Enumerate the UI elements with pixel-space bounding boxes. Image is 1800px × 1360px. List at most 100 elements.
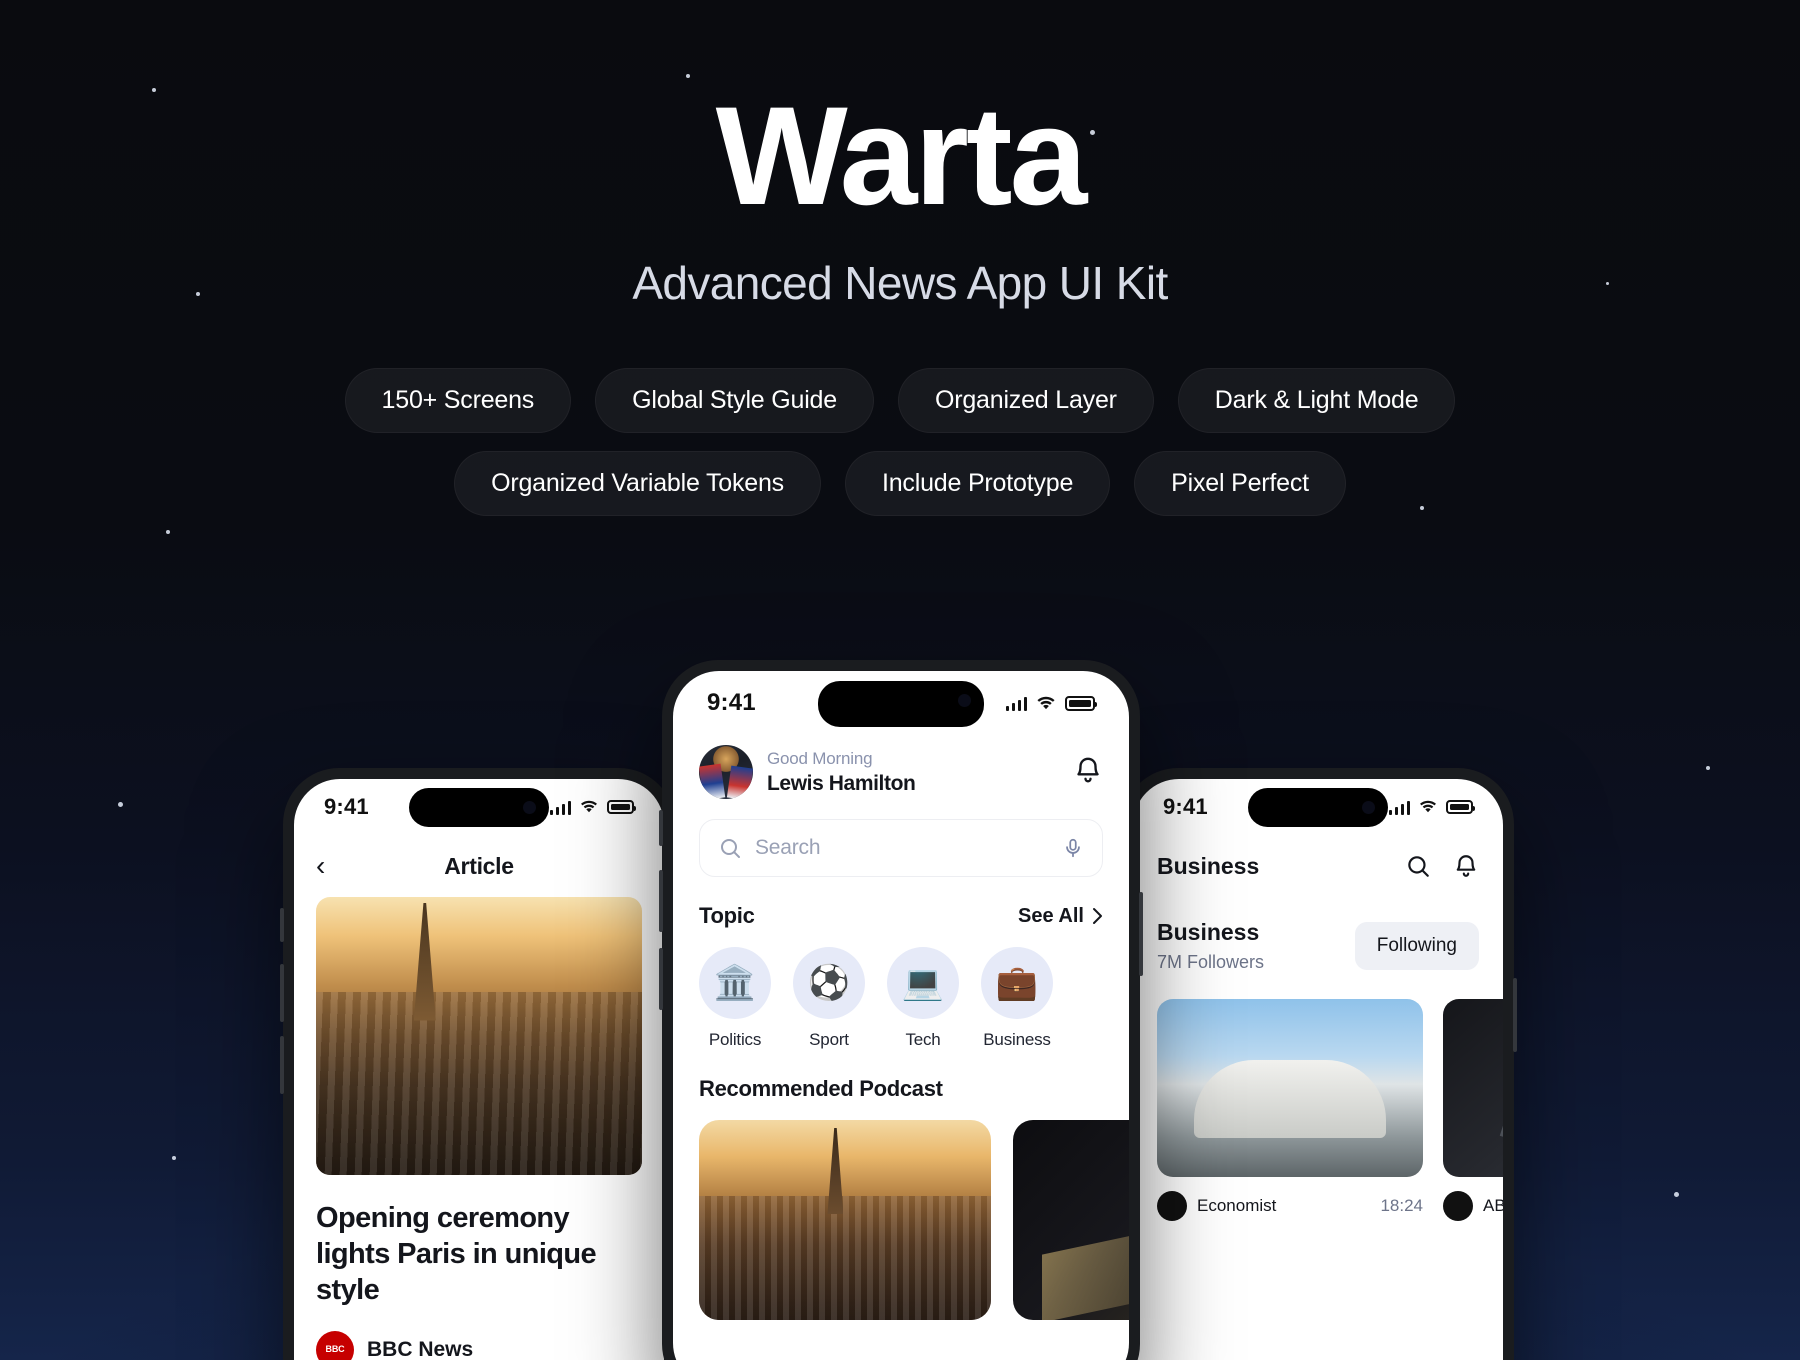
search-placeholder: Search — [755, 836, 821, 859]
news-thumbnail — [1157, 999, 1423, 1177]
wifi-icon — [1420, 800, 1436, 813]
topic-label: Business — [983, 1030, 1051, 1049]
topic-item-politics[interactable]: 🏛️ Politics — [699, 947, 771, 1050]
article-page-title: Article — [444, 852, 514, 879]
user-name: Lewis Hamilton — [767, 771, 916, 795]
power-button — [1139, 892, 1143, 976]
battery-icon — [1446, 800, 1475, 814]
news-source: ABC News — [1483, 1196, 1503, 1215]
home-content: Good Morning Lewis Hamilton Search Topic — [673, 745, 1129, 1320]
status-indicators — [1388, 800, 1475, 815]
signal-icon — [1005, 696, 1027, 711]
article-headline: Opening ceremony lights Paris in unique … — [316, 1202, 597, 1306]
bell-icon[interactable] — [1453, 853, 1479, 879]
article-source-row: BBC BBC News — [316, 1330, 642, 1360]
phone-left-article: 9:41 ‹ Article Opening ceremony lights P… — [280, 768, 675, 1360]
phone-center-home: 9:41 Good Morning Lewis Hamilton Search … — [659, 660, 1143, 1360]
bbc-logo-text: BBC — [325, 1344, 345, 1355]
podcast-section-title: Recommended Podcast — [699, 1076, 943, 1101]
see-all-label: See All — [1018, 904, 1084, 927]
greeting-label: Good Morning — [767, 748, 873, 768]
status-indicators — [1005, 695, 1097, 711]
volume-up-button — [659, 870, 663, 932]
topic-list: 🏛️ Politics ⚽ Sport 💻 Tech 💼 Business — [699, 947, 1103, 1050]
news-source: Economist — [1197, 1196, 1277, 1215]
article-source-name: BBC News — [367, 1337, 474, 1360]
signal-icon — [1388, 800, 1410, 815]
business-profile-info: Business 7M Followers — [1157, 919, 1264, 973]
signal-icon — [549, 800, 571, 815]
search-input[interactable]: Search — [699, 819, 1103, 877]
topic-item-business[interactable]: 💼 Business — [981, 947, 1053, 1050]
business-profile-row: Business 7M Followers Following — [1133, 919, 1503, 973]
dynamic-island — [818, 681, 984, 727]
news-thumbnail — [1443, 999, 1503, 1177]
phone-right-business: 9:41 Business Business 7M Followers Foll… — [1122, 768, 1517, 1360]
phone-left-screen: 9:41 ‹ Article Opening ceremony lights P… — [294, 779, 664, 1360]
news-card[interactable]: Economist 18:24 — [1157, 999, 1423, 1221]
topic-section-title: Topic — [699, 903, 755, 928]
greeting-text: Good Morning Lewis Hamilton — [767, 748, 916, 796]
dynamic-island — [409, 788, 549, 827]
power-button — [1513, 978, 1517, 1052]
bell-icon[interactable] — [1073, 755, 1103, 785]
news-card-meta: Economist 18:24 — [1157, 1191, 1423, 1221]
business-page-title: Business — [1157, 852, 1260, 879]
source-avatar-icon — [1157, 1191, 1187, 1221]
phone-right-screen: 9:41 Business Business 7M Followers Foll… — [1133, 779, 1503, 1360]
article-hero-image — [316, 897, 642, 1175]
topic-item-tech[interactable]: 💻 Tech — [887, 947, 959, 1050]
avatar[interactable] — [699, 745, 753, 799]
business-followers-count: 7M Followers — [1157, 952, 1265, 972]
phone-center-screen: 9:41 Good Morning Lewis Hamilton Search … — [673, 671, 1129, 1360]
search-icon — [721, 839, 740, 858]
podcast-card-dark[interactable] — [1013, 1120, 1129, 1320]
article-nav-bar: ‹ Article — [294, 835, 664, 897]
search-icon[interactable] — [1405, 853, 1431, 879]
soccer-ball-icon: ⚽ — [793, 947, 865, 1019]
briefcase-icon: 💼 — [981, 947, 1053, 1019]
volume-down-button — [659, 948, 663, 1010]
wifi-icon — [1037, 696, 1055, 709]
podcast-list — [699, 1120, 1129, 1320]
topic-label: Politics — [708, 1030, 762, 1049]
source-avatar-icon — [1443, 1191, 1473, 1221]
news-card[interactable]: ABC News — [1443, 999, 1503, 1221]
news-card-meta: ABC News — [1443, 1191, 1503, 1221]
business-nav-bar: Business — [1133, 835, 1503, 897]
status-bar: 9:41 — [673, 671, 1129, 735]
battery-icon — [607, 800, 636, 814]
volume-up-button — [280, 964, 284, 1022]
status-bar: 9:41 — [294, 779, 664, 835]
chevron-right-icon — [1093, 908, 1102, 924]
business-news-list: Economist 18:24 ABC News — [1133, 999, 1503, 1221]
mute-switch — [659, 810, 663, 846]
topic-label: Tech — [905, 1030, 941, 1049]
following-button[interactable]: Following — [1354, 922, 1479, 970]
microphone-icon[interactable] — [1062, 836, 1084, 860]
topic-item-sport[interactable]: ⚽ Sport — [793, 947, 865, 1050]
status-time: 9:41 — [324, 794, 369, 819]
topic-label: Sport — [809, 1030, 849, 1049]
status-bar: 9:41 — [1133, 779, 1503, 835]
topic-section-header: Topic See All — [699, 903, 1103, 929]
phone-mockup-group: 9:41 ‹ Article Opening ceremony lights P… — [0, 0, 1800, 1360]
laptop-icon: 💻 — [887, 947, 959, 1019]
wifi-icon — [581, 800, 597, 813]
podcast-card-paris[interactable] — [699, 1120, 991, 1320]
battery-icon — [1065, 695, 1097, 711]
business-nav-actions — [1405, 853, 1479, 879]
status-time: 9:41 — [707, 689, 756, 716]
see-all-button[interactable]: See All — [1018, 905, 1103, 928]
volume-down-button — [280, 1036, 284, 1094]
dynamic-island — [1248, 788, 1388, 827]
classical-building-icon: 🏛️ — [699, 947, 771, 1019]
podcast-section-header: Recommended Podcast — [699, 1076, 1103, 1102]
business-profile-name: Business — [1157, 919, 1260, 945]
greeting-row: Good Morning Lewis Hamilton — [699, 745, 1103, 799]
mute-switch — [280, 908, 284, 942]
status-time: 9:41 — [1163, 794, 1208, 819]
news-time: 18:24 — [1380, 1196, 1423, 1215]
notification-button[interactable] — [1073, 755, 1103, 790]
bbc-logo-icon: BBC — [316, 1330, 354, 1360]
